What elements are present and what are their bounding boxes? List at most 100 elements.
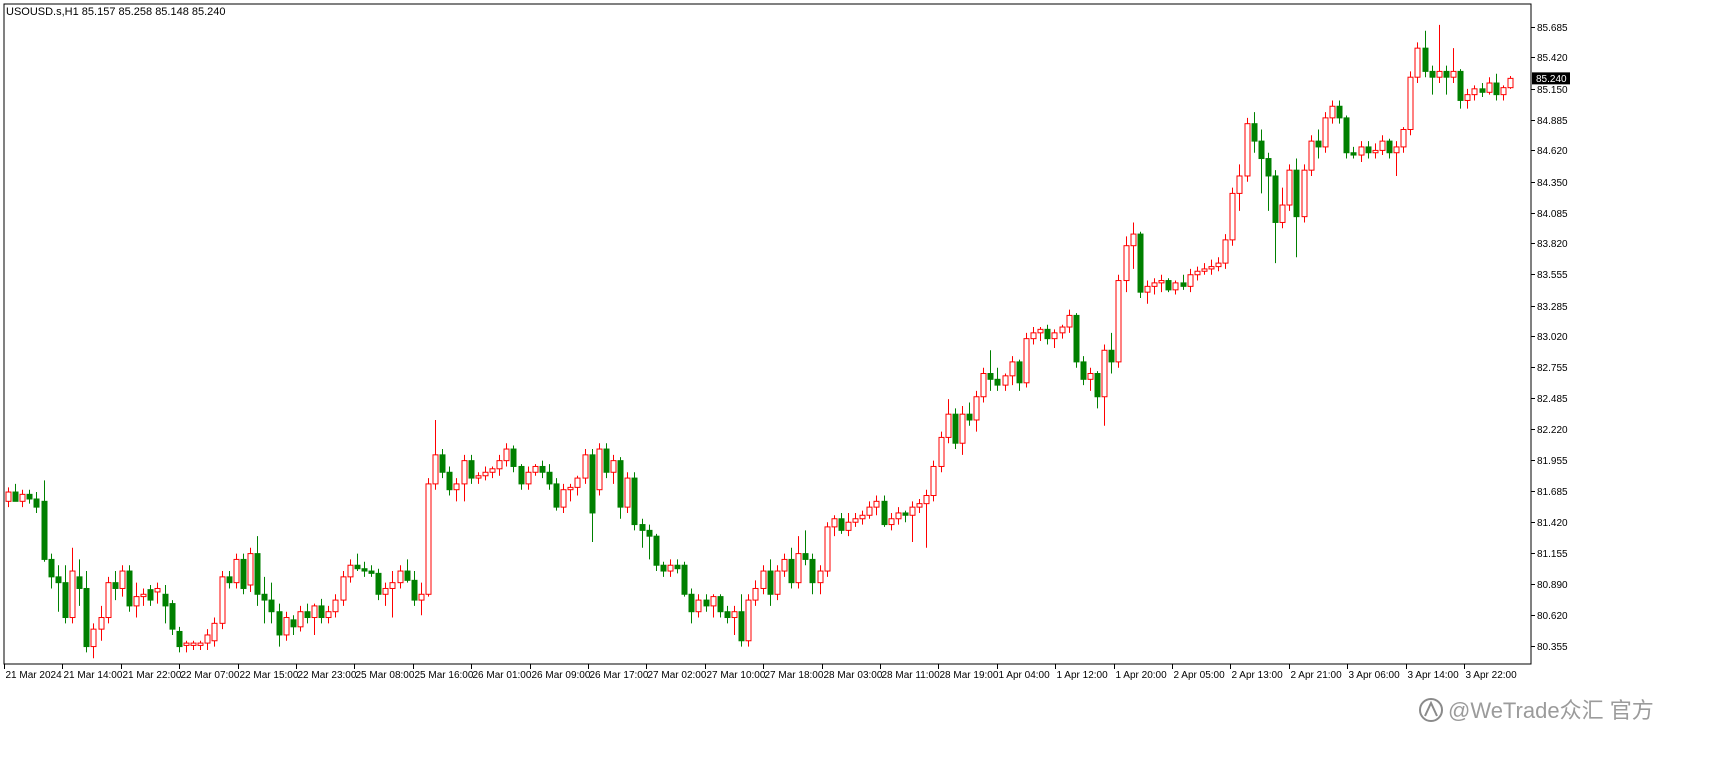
- candle: [1201, 263, 1208, 275]
- candle-body: [1436, 70, 1443, 78]
- y-tick-label: 85.420: [1537, 53, 1568, 64]
- candle-body: [411, 579, 418, 601]
- candle: [731, 605, 738, 635]
- price-chart[interactable]: 85.685 85.420 85.150 84.885 84.620 84.350 84.0…: [0, 0, 1725, 756]
- candle-body: [674, 564, 681, 570]
- candle-body: [1066, 314, 1073, 328]
- candle-body: [745, 599, 752, 642]
- candle-body: [254, 553, 261, 595]
- candle-body: [1051, 332, 1058, 340]
- y-tick-label: 81.420: [1537, 518, 1568, 529]
- candle-body: [489, 468, 496, 473]
- candle-body: [1030, 332, 1037, 340]
- x-tick-label: 26 Mar 01:00: [473, 670, 532, 681]
- candle-body: [304, 611, 311, 619]
- candle: [204, 629, 211, 651]
- candle: [1486, 77, 1493, 95]
- candle-body: [582, 454, 589, 479]
- candle-body: [318, 605, 325, 619]
- candle: [1379, 135, 1386, 156]
- candle: [1094, 371, 1101, 409]
- candle: [382, 582, 389, 606]
- candle: [190, 640, 197, 651]
- candle-body: [41, 500, 48, 560]
- candle-body: [710, 596, 717, 607]
- x-tick-label: 21 Mar 2024: [6, 670, 63, 681]
- candle-body: [902, 512, 909, 516]
- candle-body: [425, 483, 432, 595]
- candle-body: [5, 491, 12, 502]
- candle-body: [1201, 268, 1208, 272]
- candle-body: [503, 448, 510, 462]
- candle: [211, 617, 218, 647]
- candle: [574, 475, 581, 496]
- candle: [624, 472, 631, 513]
- candle: [589, 449, 596, 542]
- candle-body: [1194, 270, 1201, 276]
- candle-body: [1450, 70, 1457, 78]
- candle-body: [1315, 140, 1322, 148]
- candle: [710, 594, 717, 618]
- candle: [503, 443, 510, 467]
- candle-body: [190, 642, 197, 646]
- candle-body: [1251, 123, 1258, 142]
- candle: [895, 507, 902, 525]
- candle: [760, 565, 767, 595]
- candle-body: [1379, 140, 1386, 151]
- candle-body: [959, 413, 966, 444]
- candle: [1400, 127, 1407, 153]
- x-tick-label: 28 Mar 03:00: [824, 670, 883, 681]
- candle: [297, 605, 304, 632]
- candle-body: [112, 582, 119, 589]
- candle: [439, 449, 446, 479]
- candle: [276, 603, 283, 647]
- candle: [1457, 69, 1464, 109]
- candle: [767, 559, 774, 606]
- candle: [1172, 280, 1179, 295]
- candle-body: [290, 619, 297, 628]
- candle-body: [240, 558, 247, 589]
- candle: [738, 594, 745, 647]
- candle-body: [439, 454, 446, 473]
- zhihu-icon: [1419, 698, 1443, 722]
- candle-body: [866, 506, 873, 516]
- candle-body: [453, 483, 460, 491]
- x-tick-label: 22 Mar 15:00: [240, 670, 299, 681]
- chart-canvas[interactable]: 85.685 85.420 85.150 84.885 84.620 84.350 84.0…: [0, 0, 1725, 756]
- candle-body: [1158, 280, 1165, 284]
- candle-body: [667, 564, 674, 572]
- candle: [653, 533, 660, 572]
- watermark-text: @WeTrade众汇 官方: [1448, 698, 1654, 723]
- candle-body: [624, 477, 631, 508]
- candle-body: [767, 570, 774, 595]
- candle-body: [938, 436, 945, 467]
- candle-body: [55, 576, 62, 584]
- candle: [12, 483, 19, 502]
- candle: [418, 582, 425, 616]
- candle: [1101, 344, 1108, 426]
- candle-body: [525, 471, 532, 485]
- candle-body: [560, 489, 567, 508]
- candle: [119, 565, 126, 597]
- candle: [1315, 129, 1322, 159]
- candle: [987, 350, 994, 391]
- candle-body: [703, 599, 710, 607]
- candle: [1479, 83, 1486, 97]
- candle-body: [361, 568, 368, 572]
- candle: [1144, 280, 1151, 304]
- candle-body: [1137, 233, 1144, 293]
- candle-body: [1208, 266, 1215, 270]
- candle-body: [90, 628, 97, 648]
- candle-body: [446, 471, 453, 491]
- candle: [1422, 30, 1429, 78]
- candle: [1251, 112, 1258, 153]
- candle-body: [845, 521, 852, 531]
- y-tick-label: 81.955: [1537, 456, 1568, 467]
- candle: [197, 640, 204, 651]
- candle: [646, 524, 653, 560]
- candle-body: [325, 611, 332, 619]
- candle: [923, 489, 930, 548]
- y-tick-label: 84.085: [1537, 209, 1568, 220]
- candle: [674, 559, 681, 574]
- candle: [945, 399, 952, 444]
